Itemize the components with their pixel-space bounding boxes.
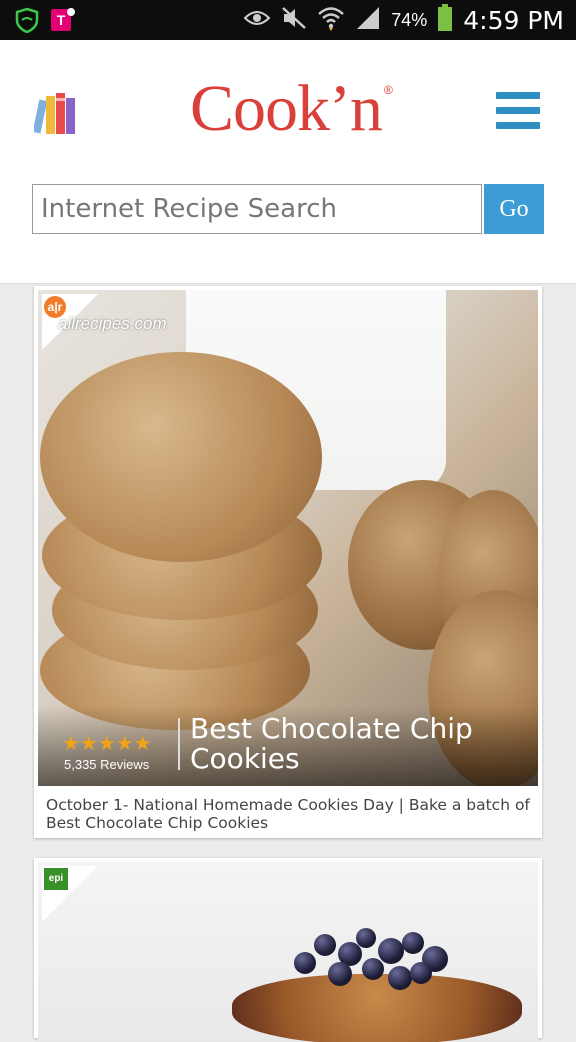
- registered-mark: ®: [384, 83, 393, 97]
- review-count: 5,335 Reviews: [64, 757, 150, 772]
- mute-icon: [281, 6, 307, 35]
- tmobile-icon: T: [50, 6, 76, 39]
- overlay-divider: [178, 718, 180, 770]
- recipe-photo[interactable]: a|r allrecipes.com ★★★★★ 5,335 Reviews B…: [38, 290, 538, 786]
- recipe-photo[interactable]: epi: [38, 862, 538, 1042]
- clock: 4:59 PM: [463, 5, 564, 35]
- pancake-image: [232, 974, 522, 1042]
- go-button[interactable]: Go: [484, 184, 544, 234]
- recipe-card[interactable]: epi: [34, 858, 542, 1042]
- app-header: Cook’n® Go: [0, 40, 576, 284]
- signal-icon: [355, 6, 381, 35]
- status-bar: T 74% 4:59 PM: [0, 0, 576, 40]
- svg-text:T: T: [57, 12, 66, 28]
- cookn-logo: Cook’n ®: [190, 76, 393, 142]
- recipe-search-box[interactable]: [32, 184, 482, 234]
- bookshelf-icon[interactable]: [32, 90, 82, 141]
- shield-icon: [14, 7, 40, 38]
- eye-icon: [243, 8, 271, 33]
- rating-stars: ★★★★★: [62, 733, 152, 755]
- recipe-card[interactable]: a|r allrecipes.com ★★★★★ 5,335 Reviews B…: [34, 286, 542, 838]
- battery-percent: 74%: [391, 9, 428, 30]
- source-name: allrecipes.com: [58, 314, 167, 333]
- recipe-caption: October 1- National Homemade Cookies Day…: [46, 796, 530, 832]
- logo-text: Cook’n: [190, 72, 383, 145]
- hamburger-menu-icon[interactable]: [496, 92, 540, 132]
- wifi-icon: [317, 5, 345, 36]
- battery-icon: [437, 3, 453, 37]
- epicurious-badge-icon: epi: [44, 868, 68, 890]
- recipe-title[interactable]: Best Chocolate Chip Cookies: [190, 714, 530, 774]
- search-input[interactable]: [33, 185, 481, 233]
